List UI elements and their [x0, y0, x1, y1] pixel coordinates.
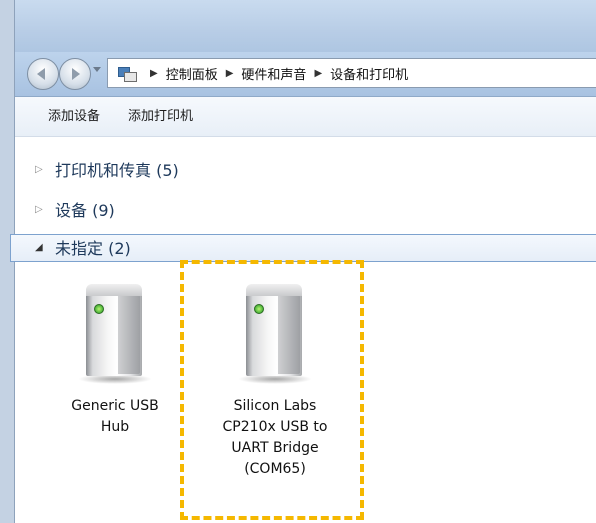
collapse-triangle-icon[interactable]: ◢	[35, 242, 47, 253]
expand-triangle-icon[interactable]: ▷	[35, 204, 47, 215]
expand-triangle-icon[interactable]: ▷	[35, 164, 47, 175]
device-label-line: Generic USB	[71, 398, 159, 414]
command-bar: 添加设备 添加打印机	[15, 97, 596, 137]
breadcrumb-chevron-icon[interactable]: ▶	[314, 68, 322, 79]
usb-device-icon	[78, 282, 152, 386]
group-label: 未指定 (2)	[55, 239, 131, 258]
device-generic-usb-hub[interactable]: Generic USB Hub	[50, 282, 180, 438]
status-led-icon	[94, 304, 104, 314]
navigation-bar: ▶ 控制面板 ▶ 硬件和声音 ▶ 设备和打印机	[15, 52, 596, 97]
back-arrow-icon	[37, 68, 45, 80]
recent-pages-dropdown[interactable]	[93, 67, 101, 72]
device-label-line: Hub	[100, 419, 130, 435]
title-bar[interactable]	[15, 0, 596, 52]
group-label: 设备 (9)	[55, 201, 115, 220]
control-panel-icon	[116, 64, 137, 82]
back-button[interactable]	[27, 58, 59, 90]
breadcrumb-chevron-icon[interactable]: ▶	[150, 68, 158, 79]
forward-arrow-icon	[72, 68, 80, 80]
add-printer-button[interactable]: 添加打印机	[114, 97, 207, 136]
group-printers-faxes[interactable]: ▷ 打印机和传真 (5)	[35, 157, 179, 181]
breadcrumb-hardware-sound[interactable]: 硬件和声音	[241, 64, 306, 83]
breadcrumb-control-panel[interactable]: 控制面板	[166, 64, 218, 83]
add-device-button[interactable]: 添加设备	[34, 97, 114, 136]
group-label: 打印机和传真 (5)	[55, 161, 179, 180]
breadcrumb-chevron-icon[interactable]: ▶	[226, 68, 234, 79]
group-unspecified[interactable]: ◢ 未指定 (2)	[35, 235, 131, 259]
highlight-annotation	[180, 260, 364, 520]
group-devices[interactable]: ▷ 设备 (9)	[35, 197, 115, 221]
forward-button[interactable]	[59, 58, 91, 90]
breadcrumb-devices-printers[interactable]: 设备和打印机	[330, 64, 408, 83]
address-bar[interactable]: ▶ 控制面板 ▶ 硬件和声音 ▶ 设备和打印机	[107, 58, 596, 88]
